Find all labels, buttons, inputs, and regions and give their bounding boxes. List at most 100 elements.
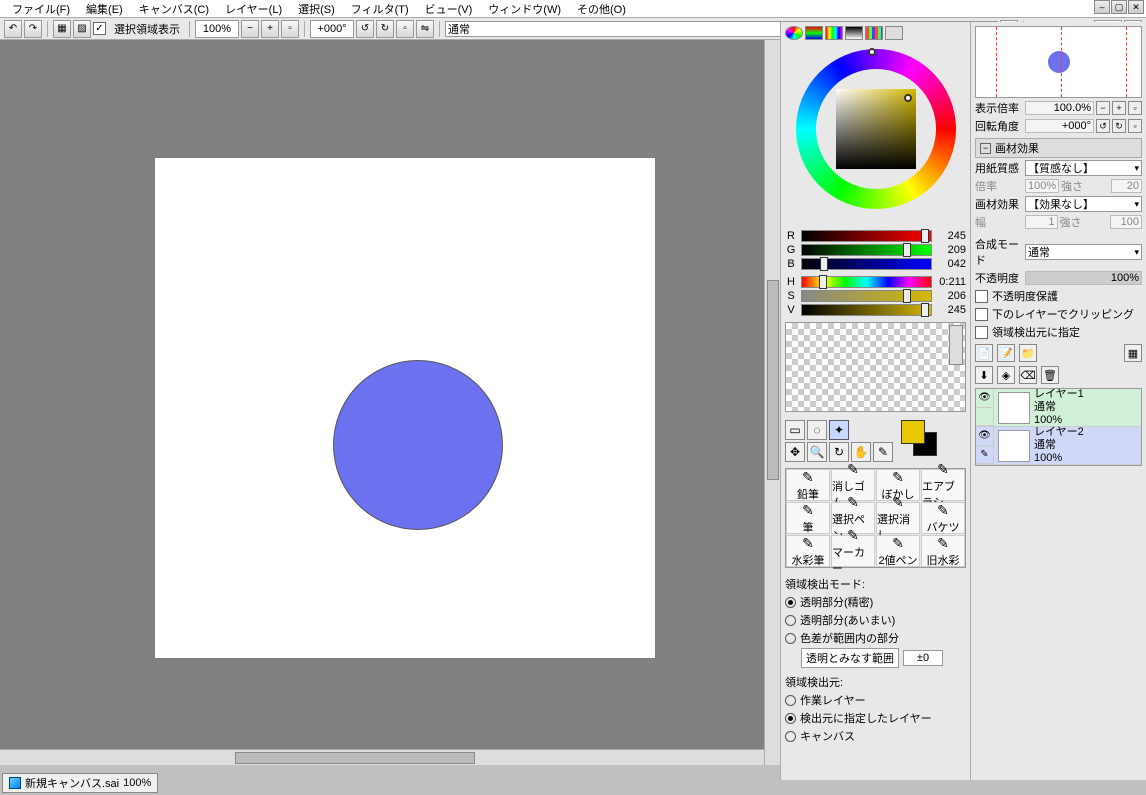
rotate-reset-button[interactable]: ▫ (396, 20, 414, 38)
h-slider[interactable] (801, 276, 932, 288)
eyedropper-tool[interactable]: ✎ (873, 442, 893, 462)
new-folder-button[interactable]: 📁 (1019, 344, 1037, 362)
sv-picker[interactable] (836, 89, 916, 169)
effects-header[interactable]: −画材効果 (975, 138, 1142, 158)
brush-0[interactable]: ✎鉛筆 (786, 469, 830, 501)
nav-zoom-out[interactable]: − (1096, 101, 1110, 115)
color-hsv-tab[interactable] (825, 26, 843, 40)
selection-display-checkbox[interactable] (93, 22, 106, 35)
zoom-out-button[interactable]: − (241, 20, 259, 38)
nav-zoom-reset[interactable]: ▫ (1128, 101, 1142, 115)
lasso-tool[interactable]: ◌ (807, 420, 827, 440)
menu-window[interactable]: ウィンドウ(W) (480, 1, 569, 17)
opacity-protect-checkbox[interactable] (975, 290, 988, 303)
color-rgb-tab[interactable] (805, 26, 823, 40)
zoom-tool[interactable]: 🔍 (807, 442, 827, 462)
color-swatches[interactable] (901, 420, 937, 456)
detect-mode2-radio[interactable] (785, 615, 796, 626)
brush-6[interactable]: ✎選択消し (876, 502, 920, 534)
rotate-cw-button[interactable]: ↻ (376, 20, 394, 38)
brush-7[interactable]: ✎バケツ (921, 502, 965, 534)
layer-item-2[interactable]: 👁✎ レイヤー2通常100% (976, 427, 1141, 465)
color-wheel[interactable] (786, 44, 966, 224)
detect-mode3-radio[interactable] (785, 633, 796, 644)
navigator[interactable] (975, 26, 1142, 98)
delete-layer-button[interactable]: 🗑 (1041, 366, 1059, 384)
brush-11[interactable]: ✎旧水彩 (921, 535, 965, 567)
detect-src1-radio[interactable] (785, 695, 796, 706)
close-button[interactable]: ✕ (1128, 0, 1144, 14)
flip-button[interactable]: ⇋ (416, 20, 434, 38)
color-wheel-tab[interactable] (785, 26, 803, 40)
menu-edit[interactable]: 編集(E) (78, 1, 131, 17)
detect-range-value[interactable]: ±0 (903, 650, 943, 666)
nav-rot-reset[interactable]: ▫ (1128, 119, 1142, 133)
menu-layer[interactable]: レイヤー(L) (217, 1, 290, 17)
brush-8[interactable]: ✎水彩筆 (786, 535, 830, 567)
sv-marker[interactable] (904, 94, 912, 102)
document-tab[interactable]: 新規キャンバス.sai 100% (2, 773, 158, 793)
material-effect-dropdown[interactable]: 【効果なし】 (1025, 196, 1142, 212)
minimize-button[interactable]: – (1094, 0, 1110, 14)
rotate-tool[interactable]: ↻ (829, 442, 849, 462)
color-scratch-tab[interactable] (885, 26, 903, 40)
brush-4[interactable]: ✎筆 (786, 502, 830, 534)
menu-file[interactable]: ファイル(F) (4, 1, 78, 17)
menu-select[interactable]: 選択(S) (290, 1, 343, 17)
v-slider[interactable] (801, 304, 932, 316)
s-slider[interactable] (801, 290, 932, 302)
horizontal-scrollbar[interactable] (0, 749, 764, 765)
new-linework-button[interactable]: 📝 (997, 344, 1015, 362)
layer-item-1[interactable]: 👁 レイヤー1通常100% (976, 389, 1141, 427)
new-layer-button[interactable]: 📄 (975, 344, 993, 362)
detect-mode1-radio[interactable] (785, 597, 796, 608)
color-swatch-tab[interactable] (865, 26, 883, 40)
menu-other[interactable]: その他(O) (569, 1, 634, 17)
transfer-down-button[interactable]: ⬇ (975, 366, 993, 384)
layer2-visibility-icon[interactable]: 👁 (976, 427, 993, 446)
layer-opacity-slider[interactable]: 100% (1025, 271, 1142, 285)
detect-source-checkbox[interactable] (975, 326, 988, 339)
detect-src3-radio[interactable] (785, 731, 796, 742)
menu-view[interactable]: ビュー(V) (417, 1, 481, 17)
clipping-checkbox[interactable] (975, 308, 988, 321)
rect-select-tool[interactable]: ▭ (785, 420, 805, 440)
swatch-palette[interactable] (785, 322, 966, 412)
merge-down-button[interactable]: ◈ (997, 366, 1015, 384)
rotate-ccw-button[interactable]: ↺ (356, 20, 374, 38)
nav-zoom-in[interactable]: + (1112, 101, 1126, 115)
fg-color[interactable] (901, 420, 925, 444)
layer2-edit-icon[interactable]: ✎ (976, 446, 993, 465)
deselect-button[interactable]: ▦ (53, 20, 71, 38)
layer-blend-dropdown[interactable]: 通常 (1025, 244, 1142, 260)
nav-rot-cw[interactable]: ↻ (1112, 119, 1126, 133)
redo-button[interactable]: ↷ (24, 20, 42, 38)
b-slider[interactable] (801, 258, 932, 270)
zoom-reset-button[interactable]: ▫ (281, 20, 299, 38)
canvas[interactable] (155, 158, 655, 658)
zoom-input[interactable] (195, 20, 239, 38)
color-gray-tab[interactable] (845, 26, 863, 40)
r-slider[interactable] (801, 230, 932, 242)
angle-input[interactable] (310, 20, 354, 38)
brush-3[interactable]: ✎エアブラシ (921, 469, 965, 501)
hue-marker[interactable] (868, 48, 876, 56)
brush-10[interactable]: ✎2値ペン (876, 535, 920, 567)
menu-canvas[interactable]: キャンバス(C) (131, 1, 217, 17)
brush-9[interactable]: ✎マーカー (831, 535, 875, 567)
invert-sel-button[interactable]: ▨ (73, 20, 91, 38)
menu-filter[interactable]: フィルタ(T) (343, 1, 417, 17)
layer1-visibility-icon[interactable]: 👁 (976, 389, 993, 408)
hand-tool[interactable]: ✋ (851, 442, 871, 462)
undo-button[interactable]: ↶ (4, 20, 22, 38)
zoom-in-button[interactable]: + (261, 20, 279, 38)
paper-texture-dropdown[interactable]: 【質感なし】 (1025, 160, 1142, 176)
vertical-scrollbar[interactable] (764, 40, 780, 765)
layer1-lock-icon[interactable] (976, 408, 993, 427)
layer-mask-button[interactable]: ▦ (1124, 344, 1142, 362)
maximize-button[interactable]: ▢ (1111, 0, 1127, 14)
g-slider[interactable] (801, 244, 932, 256)
nav-rot-ccw[interactable]: ↺ (1096, 119, 1110, 133)
detect-src2-radio[interactable] (785, 713, 796, 724)
magic-wand-tool[interactable]: ✦ (829, 420, 849, 440)
